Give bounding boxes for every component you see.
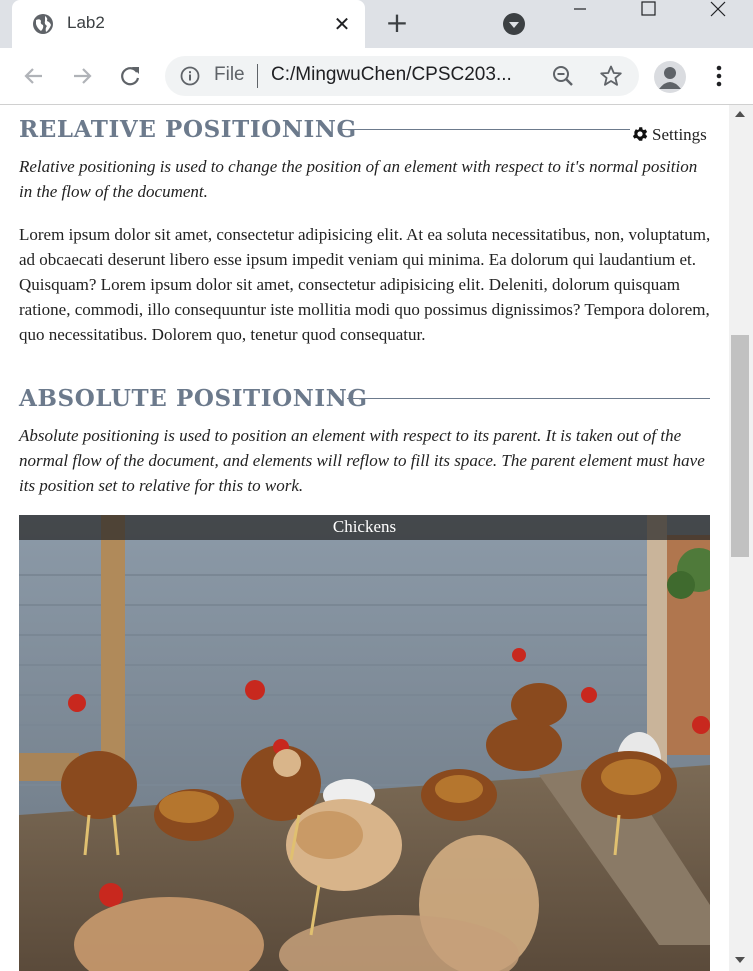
- browser-tab[interactable]: Lab2 ✕: [12, 0, 365, 48]
- reload-icon[interactable]: [116, 62, 144, 90]
- profile-icon[interactable]: [654, 61, 686, 93]
- minimize-icon[interactable]: [568, 0, 592, 20]
- url-text[interactable]: C:/MingwuChen/CPSC203...: [271, 64, 512, 86]
- relative-lorem-paragraph: Lorem ipsum dolor sit amet, consectetur …: [19, 225, 711, 344]
- settings-label: Settings: [652, 125, 707, 144]
- zoom-icon[interactable]: [552, 65, 574, 87]
- back-icon[interactable]: [20, 62, 48, 90]
- relative-positioning-heading: RELATIVE POSITIONING: [19, 116, 357, 143]
- globe-icon: [33, 14, 53, 34]
- absolute-description: Absolute positioning is used to position…: [19, 426, 705, 495]
- relative-description: Relative positioning is used to change t…: [19, 157, 698, 201]
- url-separator: [257, 64, 258, 88]
- more-vert-icon[interactable]: [707, 62, 731, 90]
- chickens-photo: [19, 515, 710, 971]
- window-close-icon[interactable]: [705, 0, 731, 20]
- heading-rule: [338, 129, 630, 130]
- maximize-icon[interactable]: [636, 0, 662, 20]
- address-bar[interactable]: File C:/MingwuChen/CPSC203...: [165, 56, 639, 96]
- heading-rule: [347, 398, 710, 399]
- scrollbar-thumb[interactable]: [731, 335, 749, 557]
- scroll-up-arrow[interactable]: [735, 111, 745, 117]
- page-scrollbar[interactable]: [729, 105, 753, 971]
- settings-button[interactable]: Settings: [631, 125, 707, 145]
- absolute-positioning-heading: ABSOLUTE POSITIONING: [19, 385, 368, 412]
- figure-caption: Chickens: [332, 517, 397, 536]
- tab-title: Lab2: [67, 13, 105, 32]
- browser-toolbar: File C:/MingwuChen/CPSC203...: [0, 48, 753, 105]
- url-scheme: File: [214, 64, 245, 85]
- info-icon[interactable]: [180, 66, 200, 86]
- chickens-figure: Chickens: [19, 515, 710, 971]
- gear-icon: [632, 127, 648, 141]
- page-viewport: RELATIVE POSITIONING Settings Relative p…: [0, 105, 729, 971]
- tab-strip: Lab2 ✕ +: [0, 0, 753, 48]
- tab-search-icon[interactable]: [502, 12, 526, 36]
- forward-icon[interactable]: [68, 62, 96, 90]
- plus-icon[interactable]: +: [384, 9, 410, 37]
- close-icon[interactable]: ✕: [330, 12, 354, 36]
- scroll-down-arrow[interactable]: [735, 957, 745, 963]
- star-icon[interactable]: [599, 64, 623, 88]
